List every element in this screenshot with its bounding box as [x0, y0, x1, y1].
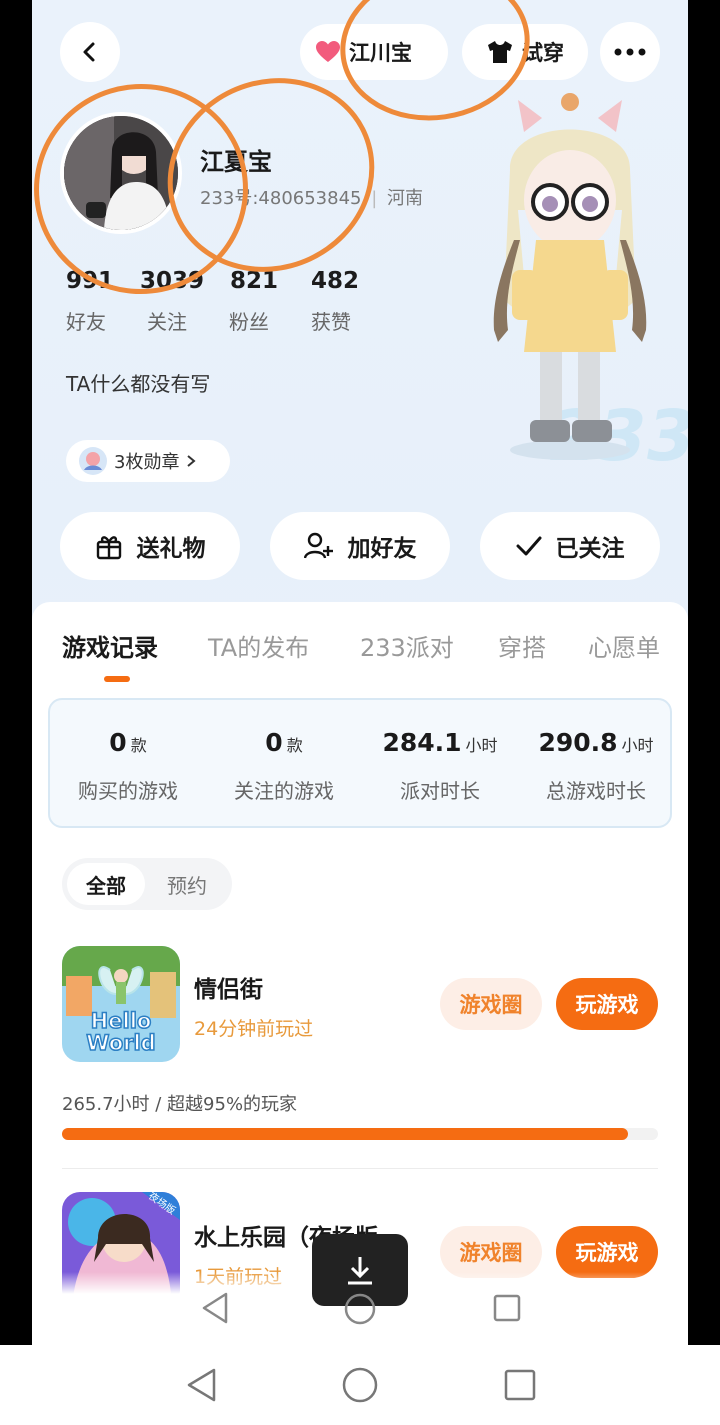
download-icon [348, 1257, 372, 1285]
send-gift-label: 送礼物 [136, 536, 206, 562]
summary-followed-games: 0款 关注的游戏 [234, 728, 334, 803]
medal-icon [79, 447, 107, 475]
icon-world-text: World [86, 1031, 155, 1055]
summary-party-time: 284.1 小时 派对时长 [382, 728, 498, 803]
add-user-icon [303, 532, 333, 559]
game-icon-hello-world[interactable]: Hello World [62, 946, 180, 1062]
summary-purchased: 0款 购买的游戏 [78, 728, 178, 803]
add-friend-label: 加好友 [347, 536, 417, 562]
stat-friends-label[interactable]: 好友 [66, 306, 106, 335]
nav-home-icon[interactable] [344, 1293, 376, 1325]
more-button[interactable] [600, 22, 660, 82]
chevron-left-icon [83, 42, 95, 62]
check-icon [516, 536, 541, 556]
more-dots-icon [614, 48, 646, 56]
medals-label: 3枚勋章 [114, 452, 180, 473]
location: 河南 [387, 188, 424, 209]
tab-party[interactable]: 233派对 [360, 628, 454, 663]
play-game-button[interactable]: 玩游戏 [556, 1226, 658, 1278]
filter-reserve[interactable]: 预约 [148, 863, 226, 905]
system-nav-bar [0, 1345, 720, 1425]
filter-all[interactable]: 全部 [67, 863, 145, 905]
playtime-progress-fill [62, 1128, 629, 1140]
tab-game-records[interactable]: 游戏记录 [62, 628, 158, 663]
stat-following-label[interactable]: 关注 [147, 306, 187, 335]
stat-likes-label: 获赞 [311, 310, 351, 334]
summary-total-time: 290.8 小时 总游戏时长 [538, 728, 654, 803]
playtime-progress [62, 1128, 658, 1140]
game-title[interactable]: 情侣街 [194, 970, 263, 1004]
followed-button[interactable]: 已关注 [480, 512, 660, 580]
play-game-button[interactable]: 玩游戏 [556, 978, 658, 1030]
tab-wishlist[interactable]: 心愿单 [588, 628, 660, 663]
stat-fans-label[interactable]: 粉丝 [229, 306, 269, 335]
add-friend-button[interactable]: 加好友 [270, 512, 450, 580]
gift-icon [96, 536, 121, 560]
system-home-icon[interactable] [342, 1367, 378, 1403]
filter-segment: 全部 预约 [62, 858, 232, 910]
game-last-played: 24分钟前玩过 [194, 1018, 314, 1040]
followed-label: 已关注 [555, 536, 625, 562]
system-back-icon[interactable] [184, 1367, 218, 1403]
stat-likes-value: 482 [311, 268, 360, 294]
system-recents-icon[interactable] [504, 1369, 536, 1401]
app-screen: 江川宝 试穿 江夏宝 233号:480653845 | 河南 991 好友 30… [32, 0, 688, 1345]
id-separator: | [371, 188, 378, 209]
tab-outfits[interactable]: 穿搭 [498, 628, 546, 663]
chevron-right-icon [187, 455, 197, 467]
back-button[interactable] [60, 22, 120, 82]
heart-icon [316, 41, 340, 62]
game-circle-button[interactable]: 游戏圈 [440, 1226, 542, 1278]
icon-hello-text: Hello [91, 1009, 152, 1033]
summary-card: 0款 购买的游戏 0款 关注的游戏 284.1 小时 派对时长 290.8 小时 总… [48, 698, 672, 828]
send-gift-button[interactable]: 送礼物 [60, 512, 240, 580]
nav-recents-icon[interactable] [493, 1294, 521, 1322]
game-stats: 265.7小时 / 超越95%的玩家 [62, 1094, 298, 1115]
tab-posts[interactable]: TA的发布 [208, 628, 309, 663]
game-circle-button[interactable]: 游戏圈 [440, 978, 542, 1030]
avatar-character[interactable]: 233 [452, 90, 688, 477]
divider [62, 1168, 658, 1169]
active-tab-indicator [104, 676, 130, 682]
bio-text: TA什么都没有写 [66, 372, 211, 396]
nav-back-icon[interactable] [200, 1292, 230, 1324]
medals-chip[interactable]: 3枚勋章 [66, 440, 230, 482]
